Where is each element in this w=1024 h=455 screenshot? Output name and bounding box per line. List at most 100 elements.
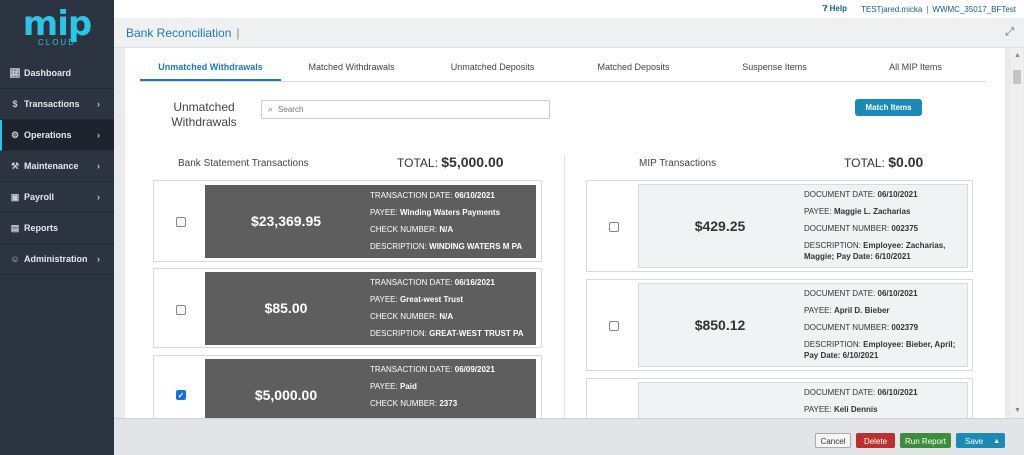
date-value: 06/10/2021 (877, 388, 918, 397)
tab-unmatched-withdrawals[interactable]: Unmatched Withdrawals (140, 56, 281, 81)
bank-transaction-card[interactable]: ✓ $5,000.00 TRANSACTION DATE: 06/09/2021… (153, 355, 542, 418)
mip-transaction-card[interactable]: $429.25 DOCUMENT DATE: 06/10/2021 PAYEE:… (586, 180, 973, 272)
select-checkbox[interactable] (609, 222, 619, 232)
payee-label: PAYEE: (804, 207, 832, 216)
sidebar-item-label: Operations (24, 130, 72, 140)
transaction-amount: $850.12 (694, 317, 746, 333)
sidebar-item-reports[interactable]: ▤ Reports (0, 213, 114, 244)
sidebar-item-payroll[interactable]: ▣ Payroll › (0, 182, 114, 213)
logo-text: mip (22, 3, 92, 44)
scroll-down-icon[interactable]: ▼ (1014, 407, 1021, 414)
top-bar: ❓︎ Help TESTjared.micka | WWMC_35017_BFT… (114, 0, 1024, 18)
caret-down-icon[interactable]: ▲ (993, 434, 1000, 449)
payee-label: PAYEE: (370, 295, 398, 304)
org-name[interactable]: WWMC_35017_BFTest (932, 5, 1016, 14)
sidebar-nav: 📈︎ Dashboard $ Transactions › ⚙ Operatio… (0, 58, 114, 275)
scroll-up-icon[interactable]: ▲ (1014, 52, 1021, 59)
payee-value: Maggie L. Zacharias (833, 207, 911, 216)
select-checkbox[interactable] (609, 321, 619, 331)
mip-transaction-card[interactable]: DOCUMENT DATE: 06/10/2021 PAYEE: Keli De… (586, 378, 973, 418)
date-label: DOCUMENT DATE: (804, 190, 876, 199)
sidebar-item-transactions[interactable]: $ Transactions › (0, 89, 114, 120)
title-separator: | (236, 25, 240, 40)
save-label: Save (965, 437, 984, 446)
bank-total-value: $5,000.00 (441, 154, 504, 170)
match-items-button[interactable]: Match Items (855, 99, 922, 116)
search-input[interactable] (278, 105, 539, 114)
description-label: DESCRIPTION: (804, 241, 861, 250)
delete-button[interactable]: Delete (856, 433, 895, 448)
tab-matched-deposits[interactable]: Matched Deposits (563, 56, 704, 81)
chevron-right-icon: › (97, 99, 100, 109)
payee-value: Paid (399, 382, 417, 391)
description-value-cont: Pay Date: 6/10/2021 (804, 351, 879, 360)
select-checkbox[interactable] (176, 217, 186, 227)
mip-total: TOTAL: $0.00 (844, 154, 923, 170)
expand-icon[interactable]: ⤢ (1005, 26, 1014, 39)
action-bar: Cancel Delete Run Report Save ▲ (114, 418, 1024, 455)
section-label-line1: Unmatched (173, 100, 235, 114)
vertical-scrollbar[interactable]: ▲ ▼ (1011, 48, 1023, 418)
document-icon: ▤ (10, 222, 20, 233)
help-link[interactable]: ❓︎ Help (823, 4, 847, 14)
chart-icon: 📈︎ (9, 67, 21, 78)
mip-transaction-card[interactable]: $850.12 DOCUMENT DATE: 06/10/2021 PAYEE:… (586, 279, 973, 371)
date-value: 06/10/2021 (454, 191, 495, 200)
mip-cloud-logo[interactable]: mip CLOUD (0, 0, 114, 56)
payee-label: PAYEE: (370, 208, 398, 217)
cancel-button[interactable]: Cancel (815, 433, 851, 448)
tab-unmatched-deposits[interactable]: Unmatched Deposits (422, 56, 563, 81)
date-value: 06/10/2021 (877, 190, 918, 199)
sidebar-item-label: Reports (24, 223, 59, 233)
check-value: 2373 (439, 399, 458, 408)
tab-all-mip-items[interactable]: All MIP Items (845, 56, 986, 81)
check-label: CHECK NUMBER: (370, 225, 438, 234)
description-value: GREAT-WEST TRUST PA (429, 329, 524, 338)
run-report-button[interactable]: Run Report (900, 433, 951, 448)
tab-matched-withdrawals[interactable]: Matched Withdrawals (281, 56, 422, 81)
chevron-right-icon: › (97, 161, 100, 171)
check-label: CHECK NUMBER: (370, 312, 438, 321)
description-value: Employee: Zacharias, (863, 241, 946, 250)
check-value: N/A (439, 312, 454, 321)
description-label: DESCRIPTION: (370, 329, 427, 338)
select-checkbox[interactable] (176, 305, 186, 315)
description-label: DESCRIPTION: (370, 242, 427, 251)
user-name[interactable]: TESTjared.micka (861, 5, 922, 14)
bank-heading: Bank Statement Transactions (178, 158, 309, 169)
column-divider (564, 154, 565, 418)
gears-icon: ⚙ (10, 129, 20, 140)
sidebar-item-dashboard[interactable]: 📈︎ Dashboard (0, 58, 114, 89)
wallet-icon: ▣ (10, 191, 20, 202)
sidebar-item-label: Transactions (24, 99, 80, 109)
page-title: Bank Reconciliation (126, 25, 232, 40)
date-value: 06/16/2021 (454, 278, 495, 287)
sidebar-item-maintenance[interactable]: ⚒ Maintenance › (0, 151, 114, 182)
transaction-amount: $429.25 (694, 218, 746, 234)
logo-subtext: CLOUD (37, 37, 76, 47)
tab-suspense-items[interactable]: Suspense Items (704, 56, 845, 81)
sidebar-item-administration[interactable]: ☺ Administration › (0, 244, 114, 275)
bank-total: TOTAL: $5,000.00 (397, 154, 504, 170)
help-label: Help (829, 4, 847, 13)
bank-transaction-card[interactable]: $23,369.95 TRANSACTION DATE: 06/10/2021 … (153, 180, 542, 262)
document-number-label: DOCUMENT NUMBER: (804, 323, 890, 332)
sidebar: mip CLOUD 📈︎ Dashboard $ Transactions › … (0, 0, 114, 455)
scroll-thumb[interactable] (1013, 70, 1021, 84)
divider: | (926, 4, 929, 14)
description-value-cont: Maggie; Pay Date: 6/10/2021 (804, 252, 911, 261)
bank-total-label: TOTAL: (397, 156, 438, 170)
date-label: DOCUMENT DATE: (804, 289, 876, 298)
payee-label: PAYEE: (804, 306, 832, 315)
check-label: CHECK NUMBER: (370, 399, 438, 408)
transaction-details: $429.25 DOCUMENT DATE: 06/10/2021 PAYEE:… (638, 184, 968, 268)
transaction-info: DOCUMENT DATE: 06/10/2021 PAYEE: Keli De… (804, 384, 918, 418)
bank-transaction-card[interactable]: $85.00 TRANSACTION DATE: 06/16/2021 PAYE… (153, 268, 542, 348)
document-number-value: 002375 (891, 224, 919, 233)
transaction-info: TRANSACTION DATE: 06/10/2021 PAYEE: Wind… (370, 187, 522, 255)
sidebar-item-operations[interactable]: ⚙ Operations › (0, 120, 114, 151)
chevron-right-icon: › (97, 130, 100, 140)
select-checkbox[interactable]: ✓ (176, 390, 186, 400)
tab-bar: Unmatched Withdrawals Matched Withdrawal… (140, 56, 986, 82)
save-button[interactable]: Save ▲ (956, 433, 1005, 448)
